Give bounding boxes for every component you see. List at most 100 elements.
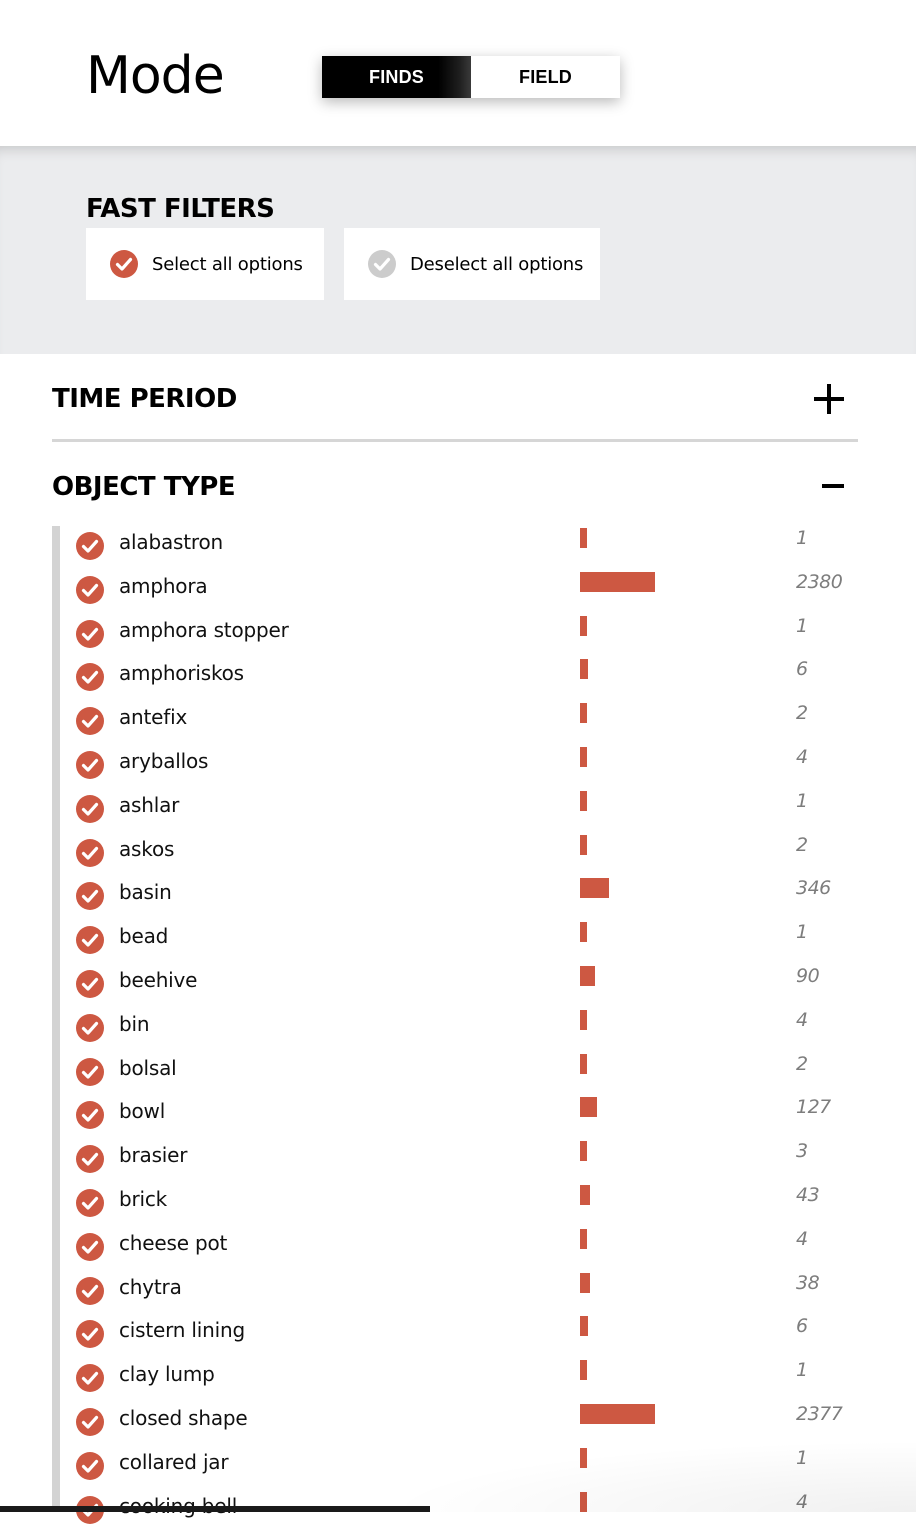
count-bar [580, 747, 588, 767]
count-bar [580, 1491, 588, 1512]
list-item[interactable]: bowl 127 [0, 1089, 916, 1133]
count-bar [580, 659, 588, 680]
list-item[interactable]: amphora stopper 1 [0, 608, 916, 652]
mode-toggle: FINDS FIELD [322, 56, 620, 98]
list-item[interactable]: beehive 90 [0, 958, 916, 1002]
check-circle-icon[interactable] [76, 794, 104, 823]
check-circle-icon[interactable] [76, 1101, 104, 1130]
list-item[interactable]: amphoriskos 6 [0, 651, 916, 695]
check-circle-icon[interactable] [76, 970, 104, 998]
time-period-section[interactable]: TIME PERIOD [52, 380, 858, 442]
count-value: 346 [796, 877, 831, 900]
check-circle-icon[interactable] [76, 882, 104, 911]
count-bar [580, 528, 587, 548]
list-item[interactable]: chytra 38 [0, 1265, 916, 1309]
check-circle-inactive-icon [368, 250, 396, 278]
object-type-name: amphora stopper [119, 617, 289, 642]
count-bar [580, 615, 587, 636]
count-bar [580, 878, 609, 899]
object-type-name: clay lump [119, 1362, 215, 1387]
count-value: 2 [796, 702, 808, 725]
list-item[interactable]: collared jar 1 [0, 1440, 916, 1484]
check-circle-icon[interactable] [76, 926, 104, 955]
select-all-label: Select all options [152, 253, 303, 275]
list-item[interactable]: cistern lining 6 [0, 1308, 916, 1352]
count-value: 3 [796, 1140, 808, 1163]
count-bar [580, 1141, 588, 1162]
object-type-name: aryballos [119, 749, 209, 773]
count-value: 38 [796, 1271, 820, 1294]
list-item[interactable]: bolsal 2 [0, 1046, 916, 1090]
list-item[interactable]: brick 43 [0, 1177, 916, 1221]
count-bar [580, 1360, 587, 1381]
list-item[interactable]: askos 2 [0, 827, 916, 871]
check-circle-icon[interactable] [76, 1189, 104, 1217]
select-all-button[interactable]: Select all options [86, 228, 324, 300]
list-item[interactable]: ashlar 1 [0, 783, 916, 827]
check-circle-icon[interactable] [76, 663, 104, 692]
count-value: 4 [796, 746, 808, 768]
list-item[interactable]: clay lump 1 [0, 1352, 916, 1396]
check-circle-icon[interactable] [76, 532, 104, 560]
object-type-name: askos [119, 836, 175, 861]
check-circle-icon[interactable] [76, 1451, 104, 1480]
count-value: 4 [796, 1490, 808, 1513]
deselect-all-button[interactable]: Deselect all options [344, 228, 600, 300]
list-item[interactable]: alabastron 1 [0, 520, 916, 564]
list-item[interactable]: antefix 2 [0, 695, 916, 739]
object-type-name: bowl [119, 1099, 166, 1124]
object-type-name: cistern lining [119, 1318, 245, 1343]
count-bar [580, 571, 655, 592]
object-type-name: bead [119, 924, 169, 949]
list-item[interactable]: basin 346 [0, 870, 916, 914]
object-type-name: bolsal [119, 1055, 177, 1080]
field-tab[interactable]: FIELD [471, 56, 620, 98]
list-item[interactable]: amphora 2380 [0, 564, 916, 608]
count-bar [580, 1447, 587, 1468]
object-type-name: alabastron [119, 530, 223, 554]
count-value: 1 [796, 921, 808, 944]
deselect-all-label: Deselect all options [410, 253, 584, 275]
check-circle-icon[interactable] [76, 1408, 104, 1436]
object-type-section[interactable]: OBJECT TYPE [52, 468, 858, 508]
object-type-name: brasier [119, 1143, 188, 1168]
list-item[interactable]: aryballos 4 [0, 739, 916, 783]
list-item[interactable]: cheese pot 4 [0, 1221, 916, 1265]
collapse-minus-icon[interactable] [822, 484, 844, 488]
list-item[interactable]: brasier 3 [0, 1133, 916, 1177]
count-bar [580, 1053, 587, 1074]
check-circle-icon[interactable] [76, 1276, 104, 1305]
check-circle-icon[interactable] [76, 1232, 104, 1261]
check-circle-icon[interactable] [76, 619, 104, 648]
check-circle-icon[interactable] [76, 1013, 104, 1042]
object-type-name: basin [119, 880, 172, 905]
check-circle-icon[interactable] [76, 838, 104, 867]
list-item[interactable]: bin 4 [0, 1002, 916, 1046]
object-type-name: chytra [119, 1274, 182, 1299]
list-item[interactable]: bead 1 [0, 914, 916, 958]
check-circle-icon[interactable] [76, 1145, 104, 1174]
count-value: 2 [796, 833, 808, 856]
check-circle-icon[interactable] [76, 1057, 104, 1086]
count-bar [580, 1316, 588, 1337]
expand-plus-icon[interactable] [814, 384, 844, 414]
object-type-name: ashlar [119, 792, 180, 817]
count-bar [580, 1185, 591, 1205]
count-value: 6 [796, 658, 808, 681]
count-value: 127 [796, 1096, 831, 1119]
check-circle-icon[interactable] [76, 575, 104, 604]
object-type-name: collared jar [119, 1449, 229, 1474]
count-bar [580, 1228, 588, 1249]
count-bar [580, 790, 587, 811]
object-type-name: amphoriskos [119, 661, 244, 686]
check-circle-icon[interactable] [76, 751, 104, 779]
check-circle-icon [110, 250, 138, 278]
finds-tab[interactable]: FINDS [322, 56, 471, 98]
count-bar [580, 1097, 598, 1118]
check-circle-icon[interactable] [76, 707, 104, 736]
check-circle-icon[interactable] [76, 1320, 104, 1349]
count-bar [580, 1272, 590, 1293]
check-circle-icon[interactable] [76, 1364, 104, 1393]
list-item[interactable]: closed shape 2377 [0, 1396, 916, 1440]
object-type-name: bin [119, 1011, 150, 1036]
